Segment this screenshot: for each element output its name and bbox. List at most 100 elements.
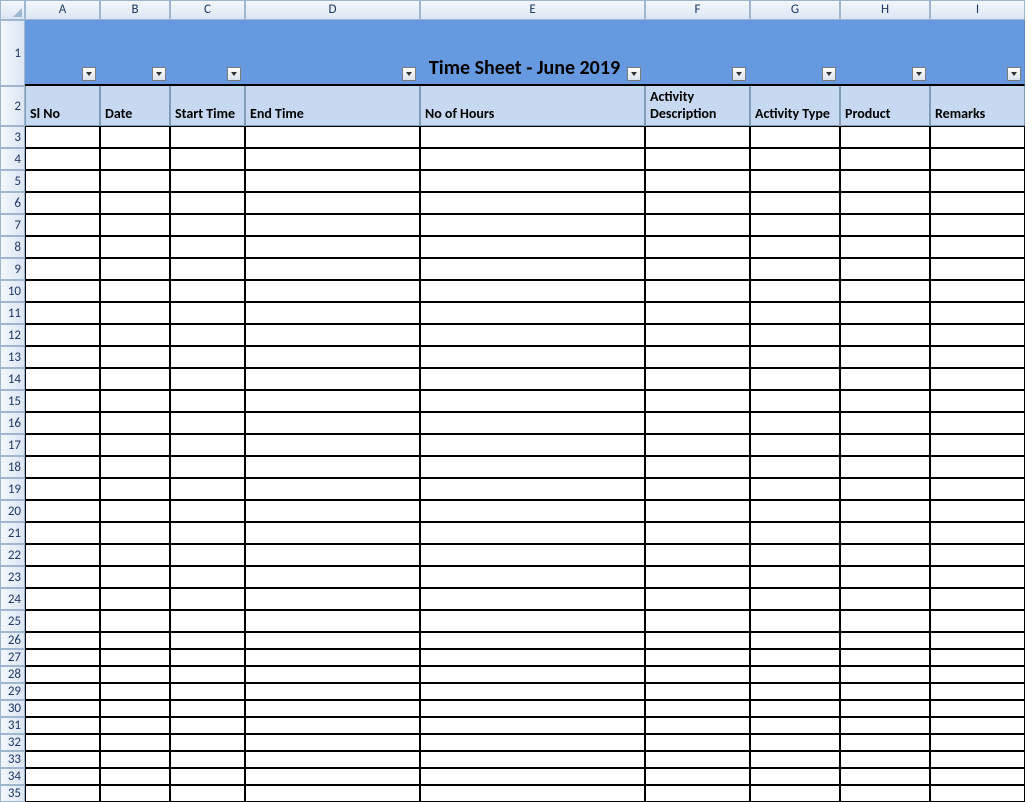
header-cell-I[interactable]: Remarks — [930, 86, 1025, 126]
cell-A6[interactable] — [25, 192, 100, 214]
cell-E26[interactable] — [420, 632, 645, 649]
cell-B5[interactable] — [100, 170, 170, 192]
cell-H11[interactable] — [840, 302, 930, 324]
cell-E5[interactable] — [420, 170, 645, 192]
cell-I4[interactable] — [930, 148, 1025, 170]
cell-A28[interactable] — [25, 666, 100, 683]
cell-C11[interactable] — [170, 302, 245, 324]
cell-I12[interactable] — [930, 324, 1025, 346]
cell-H9[interactable] — [840, 258, 930, 280]
cell-H17[interactable] — [840, 434, 930, 456]
cell-I27[interactable] — [930, 649, 1025, 666]
filter-dropdown-F[interactable] — [732, 67, 746, 81]
cell-B22[interactable] — [100, 544, 170, 566]
cell-F24[interactable] — [645, 588, 750, 610]
cell-H27[interactable] — [840, 649, 930, 666]
cell-A8[interactable] — [25, 236, 100, 258]
cell-H26[interactable] — [840, 632, 930, 649]
cell-F15[interactable] — [645, 390, 750, 412]
cell-G16[interactable] — [750, 412, 840, 434]
cell-E7[interactable] — [420, 214, 645, 236]
cell-I17[interactable] — [930, 434, 1025, 456]
cell-I13[interactable] — [930, 346, 1025, 368]
cell-A14[interactable] — [25, 368, 100, 390]
cell-C15[interactable] — [170, 390, 245, 412]
cell-I16[interactable] — [930, 412, 1025, 434]
header-cell-D[interactable]: End Time — [245, 86, 420, 126]
cell-D15[interactable] — [245, 390, 420, 412]
row-header-12[interactable]: 12 — [0, 324, 25, 346]
cell-F17[interactable] — [645, 434, 750, 456]
header-cell-B[interactable]: Date — [100, 86, 170, 126]
cell-A18[interactable] — [25, 456, 100, 478]
cell-B35[interactable] — [100, 785, 170, 802]
cell-C21[interactable] — [170, 522, 245, 544]
cell-G25[interactable] — [750, 610, 840, 632]
cell-A7[interactable] — [25, 214, 100, 236]
cell-D29[interactable] — [245, 683, 420, 700]
cell-B7[interactable] — [100, 214, 170, 236]
row-header-6[interactable]: 6 — [0, 192, 25, 214]
cell-B32[interactable] — [100, 734, 170, 751]
row-header-11[interactable]: 11 — [0, 302, 25, 324]
row-header-20[interactable]: 20 — [0, 500, 25, 522]
cell-A26[interactable] — [25, 632, 100, 649]
row-header-15[interactable]: 15 — [0, 390, 25, 412]
cell-D28[interactable] — [245, 666, 420, 683]
cell-E27[interactable] — [420, 649, 645, 666]
filter-dropdown-G[interactable] — [822, 67, 836, 81]
cell-F19[interactable] — [645, 478, 750, 500]
cell-F16[interactable] — [645, 412, 750, 434]
cell-G29[interactable] — [750, 683, 840, 700]
cell-E21[interactable] — [420, 522, 645, 544]
row-header-2[interactable]: 2 — [0, 86, 25, 126]
cell-G5[interactable] — [750, 170, 840, 192]
cell-A3[interactable] — [25, 126, 100, 148]
cell-H5[interactable] — [840, 170, 930, 192]
cell-G23[interactable] — [750, 566, 840, 588]
cell-B14[interactable] — [100, 368, 170, 390]
cell-C27[interactable] — [170, 649, 245, 666]
cell-G11[interactable] — [750, 302, 840, 324]
cell-C31[interactable] — [170, 717, 245, 734]
cell-H19[interactable] — [840, 478, 930, 500]
row-header-26[interactable]: 26 — [0, 632, 25, 649]
cell-F31[interactable] — [645, 717, 750, 734]
cell-A21[interactable] — [25, 522, 100, 544]
cell-B11[interactable] — [100, 302, 170, 324]
cell-B12[interactable] — [100, 324, 170, 346]
cell-B34[interactable] — [100, 768, 170, 785]
cell-E34[interactable] — [420, 768, 645, 785]
cell-B13[interactable] — [100, 346, 170, 368]
cell-C22[interactable] — [170, 544, 245, 566]
row-header-24[interactable]: 24 — [0, 588, 25, 610]
cell-B24[interactable] — [100, 588, 170, 610]
cell-G19[interactable] — [750, 478, 840, 500]
cell-E18[interactable] — [420, 456, 645, 478]
column-header-G[interactable]: G — [750, 0, 840, 20]
cell-A25[interactable] — [25, 610, 100, 632]
row-header-18[interactable]: 18 — [0, 456, 25, 478]
cell-F20[interactable] — [645, 500, 750, 522]
cell-B15[interactable] — [100, 390, 170, 412]
row-header-27[interactable]: 27 — [0, 649, 25, 666]
cell-H24[interactable] — [840, 588, 930, 610]
cell-G24[interactable] — [750, 588, 840, 610]
cell-H22[interactable] — [840, 544, 930, 566]
cell-H12[interactable] — [840, 324, 930, 346]
column-header-E[interactable]: E — [420, 0, 645, 20]
cell-F12[interactable] — [645, 324, 750, 346]
cell-H31[interactable] — [840, 717, 930, 734]
cell-I9[interactable] — [930, 258, 1025, 280]
column-header-A[interactable]: A — [25, 0, 100, 20]
cell-I6[interactable] — [930, 192, 1025, 214]
cell-F26[interactable] — [645, 632, 750, 649]
cell-E13[interactable] — [420, 346, 645, 368]
cell-H4[interactable] — [840, 148, 930, 170]
cell-H8[interactable] — [840, 236, 930, 258]
cell-E28[interactable] — [420, 666, 645, 683]
cell-F22[interactable] — [645, 544, 750, 566]
cell-B31[interactable] — [100, 717, 170, 734]
cell-G13[interactable] — [750, 346, 840, 368]
cell-A27[interactable] — [25, 649, 100, 666]
